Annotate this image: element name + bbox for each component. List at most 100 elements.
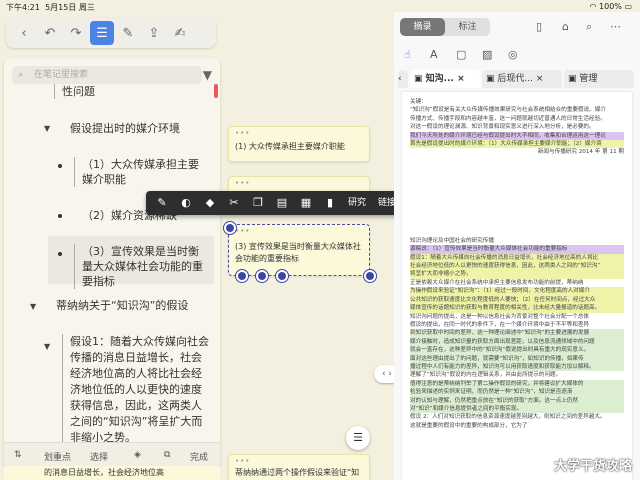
highlighted-text-line[interactable]: 首先是假设提出时的媒介环境：（1）大众传媒承担主要媒介职能；（2）媒介资 <box>410 140 624 149</box>
triangle-down-icon[interactable]: ▼ <box>44 124 50 133</box>
edit-icon[interactable]: ✎ <box>116 21 140 45</box>
sort-icon[interactable]: ⇅ <box>14 450 22 460</box>
link-icon[interactable] <box>236 270 248 282</box>
status-battery: ◠ 100% ▭ <box>589 2 632 11</box>
tag-icon[interactable]: ◈ <box>134 450 141 460</box>
undo-icon[interactable]: ↶ <box>38 21 62 45</box>
doc-tab[interactable]: ▣ 管理 <box>564 70 634 88</box>
tag-icon[interactable] <box>256 270 268 282</box>
page-text-line: 知识沟问题的提出，这是一种以信息社会为背景对整个社会分配一个总体 <box>410 313 590 320</box>
pdf-page[interactable]: 关键： “知识沟”假设是有关大众传媒传播效果研究与社会系统相结合的重要假说。媒介… <box>402 92 632 480</box>
segment-control: 摘录 标注 <box>400 18 490 36</box>
bullet-icon <box>58 252 62 256</box>
document-icon[interactable]: ▯ <box>536 20 542 33</box>
outline-overflow-text: 的消息日益增长，社会经济地位高 <box>4 466 220 480</box>
doc-tab[interactable]: ▣ 知沟... × <box>410 70 480 88</box>
note-icon[interactable] <box>276 270 288 282</box>
selection-handle[interactable] <box>224 222 236 234</box>
done-button[interactable]: 完成 <box>190 450 208 463</box>
highlighted-text-line[interactable]: 为操作假设来验证“知识沟”：（1）经过一段时间，文化程度高的人对媒介 <box>410 287 624 296</box>
highlighted-text-line[interactable]: 到知识获取中时间的差异，这一种理论阐述中“知识沟”的主要进展的发展 <box>410 329 624 338</box>
paste-icon[interactable]: ▤ <box>270 191 294 215</box>
highlighted-text-line[interactable]: 媒体宣传的话题知识的获取与教育程度的相关性，比未经大量报道的话题高。 <box>410 304 624 313</box>
draw-button[interactable]: 划重点 <box>44 450 71 463</box>
clipboard-icon[interactable]: ▦ <box>294 191 318 215</box>
copy-icon[interactable]: ❐ <box>246 191 270 215</box>
edit-icon[interactable]: ✎ <box>150 191 174 215</box>
highlighted-text-line[interactable]: 媒介接触时，造成知识量的获取方面出现差距，以及信息流通领域中的问题 <box>410 337 624 347</box>
highlighted-text-line[interactable]: 对“知识”和媒介信息提供者之间的平衡实现。 <box>410 404 624 414</box>
outline-item[interactable]: 性问题 <box>54 84 202 99</box>
status-time: 下午4:21 <box>6 3 40 12</box>
back-icon[interactable]: ‹ <box>12 21 36 45</box>
highlighted-text-line[interactable]: 播过程中人们有能力的差异，知识沟可以用获取速度和获取能力加以解释。 <box>410 362 624 372</box>
outline-item[interactable]: 假设提出时的媒介环境 <box>70 121 210 136</box>
page-text-line: 正是依赖大众媒介在社会系统中承担主要信息发布功能的前提，蒂纳纳 <box>410 279 584 286</box>
scroll-left-icon[interactable]: ‹ <box>398 70 408 88</box>
page-text-line: 传播方式、传播手段和内容越丰富，这一问题就越切近普通人的日常生活经验。 <box>410 115 606 122</box>
status-time-date: 下午4:21 5月15日 周三 <box>6 2 95 13</box>
battery-percent: 100% <box>599 2 622 11</box>
rectangle-icon[interactable]: ▢ <box>456 48 466 61</box>
watermark: 大学干货攻略 <box>553 459 632 474</box>
tab-annotate[interactable]: 标注 <box>445 18 490 36</box>
page-text-line: 对这一假设的理论渊源、知识背景和现实意义进行深入地分析，是必要的。 <box>410 124 595 131</box>
highlighted-text-line[interactable]: 将呈扩大而非缩小之势。 <box>410 270 624 279</box>
menu-fab-icon[interactable]: ☰ <box>346 426 370 450</box>
highlighted-text-line[interactable]: 就会一直存在，这种差异中的“知识沟”假说提出时具有重大的现实意义。 <box>410 346 624 355</box>
filter-icon[interactable]: ▼ <box>203 68 212 82</box>
triangle-down-icon[interactable]: ▼ <box>30 302 36 311</box>
redo-icon[interactable]: ↷ <box>64 21 88 45</box>
bullet-icon <box>58 164 62 168</box>
copy-icon[interactable]: ⧉ <box>164 450 170 460</box>
outline-item[interactable]: （1）大众传媒承担主要媒介职能 <box>74 157 208 187</box>
doc-tab[interactable]: ▣ 后现代... × <box>482 70 562 88</box>
selection-handle[interactable] <box>364 270 376 282</box>
compose-icon[interactable]: ✍ <box>168 21 192 45</box>
search-placeholder: 在笔记里搜索 <box>34 70 89 80</box>
highlighted-text-line[interactable]: 值得注意的是蒂纳纳列举了第二操作假设的研究，并将建议扩大媒体的 <box>410 379 624 389</box>
outline-item[interactable]: 假设1：随着大众传媒向社会传播的消息日益增长，社会经济地位高的人将比社会经济地位… <box>62 334 212 446</box>
close-icon[interactable]: × <box>536 74 544 84</box>
more-icon[interactable]: ⋯ <box>610 20 621 33</box>
search-icon[interactable]: ⌕ <box>586 20 592 34</box>
page-text-line: 假设的提出，在同一时代的条件下，在一个媒介环境中由于不平等和差异 <box>410 321 590 328</box>
tag-icon[interactable]: ◆ <box>198 191 222 215</box>
pdf-icon: ▣ <box>486 74 495 84</box>
bottom-toolbar: ⇅ 划重点 选择 ◈ ⧉ 完成 <box>4 442 220 468</box>
note-card[interactable]: ••• 蒂纳纳通过两个操作假设来验证“知识沟”： <box>228 454 370 480</box>
search-input[interactable]: ⌕ 在笔记里搜索 <box>12 66 202 84</box>
highlighted-text-line[interactable]: 假设1：随着大众传媒向社会传播的消息日益增长，社会经济地位高的人将比 <box>410 253 624 263</box>
shape-icon[interactable]: ◎ <box>508 48 518 61</box>
delete-icon[interactable]: ▮ <box>318 191 342 215</box>
research-menu-item[interactable]: 研究 <box>342 191 372 215</box>
bookmark-icon[interactable]: ⌂ <box>562 20 569 33</box>
list-icon[interactable]: ☰ <box>90 21 114 45</box>
share-icon[interactable]: ⇪ <box>142 21 166 45</box>
close-icon[interactable]: × <box>457 74 465 84</box>
page-text-line: “知识沟”假设是有关大众传媒传播效果研究与社会系统相结合的重要假说。媒介 <box>410 107 606 114</box>
outline-item-selected[interactable]: （3）宣传效果是当时衡量大众媒体社会功能的重要指标 <box>74 244 208 289</box>
scroll-thumb[interactable] <box>214 84 218 98</box>
note-card[interactable]: ••• (1) 大众传媒承担主要媒介职能 <box>228 126 370 162</box>
right-pane: 摘录 标注 ▯ ⌂ ⌕ ⋯ ☝ A ▢ ▨ ◎ ‹ ▣ 知沟... × ▣ 后现… <box>394 12 640 480</box>
highlighted-text-line[interactable]: 对的认知与理解，仍然把重点放在“知识的获取”方面。这一点上仍然 <box>410 396 624 405</box>
highlighted-text-line[interactable]: 源稿说：（1）宣传效果是当时衡量大众媒体社会功能的重要指标 <box>410 245 624 254</box>
highlighted-text-line[interactable]: 面对这些理由提出了的问题，就需要“知识沟”，如知识的传播，如果传 <box>410 354 624 363</box>
text-icon[interactable]: A <box>430 48 438 61</box>
left-toolbar: ‹ ↶ ↷ ☰ ✎ ⇪ ✍ <box>6 18 216 48</box>
note-card-selected[interactable]: ••• (3) 宣传效果是当时衡量大众媒体社会功能的重要指标 <box>228 224 370 276</box>
outline-item[interactable]: 蒂纳纳关于“知识沟”的假设 <box>56 298 216 313</box>
cut-icon[interactable]: ✂ <box>222 191 246 215</box>
page-text-line: 理解了“知识沟”假设的内在逻辑关系，并由此所提示的问题。 <box>410 372 562 379</box>
highlighted-text-line[interactable]: 社会经济地位低的人以更快的速度获得信息，因此，这两类人之间的“知识沟” <box>410 262 624 271</box>
image-icon[interactable]: ▨ <box>482 48 492 61</box>
select-button[interactable]: 选择 <box>90 450 108 463</box>
highlighted-text-line[interactable]: 检验来描述的实例来证明，而仍然是一种“知识沟”，知识是否逐渐 <box>410 388 624 397</box>
highlighted-text-line[interactable]: 公共知识的获取速度比文化程度低的人要快；（2）在任何时间点，经过大众 <box>410 295 624 305</box>
highlighted-text-line[interactable]: 我们今天所处的媒介环境已经与假设提出时大不相同，收集和合理运用这一理论 <box>410 131 624 141</box>
triangle-down-icon[interactable]: ▼ <box>44 342 50 351</box>
tab-excerpt[interactable]: 摘录 <box>400 18 445 36</box>
pointer-icon[interactable]: ☝ <box>404 48 411 61</box>
palette-icon[interactable]: ◐ <box>174 191 198 215</box>
